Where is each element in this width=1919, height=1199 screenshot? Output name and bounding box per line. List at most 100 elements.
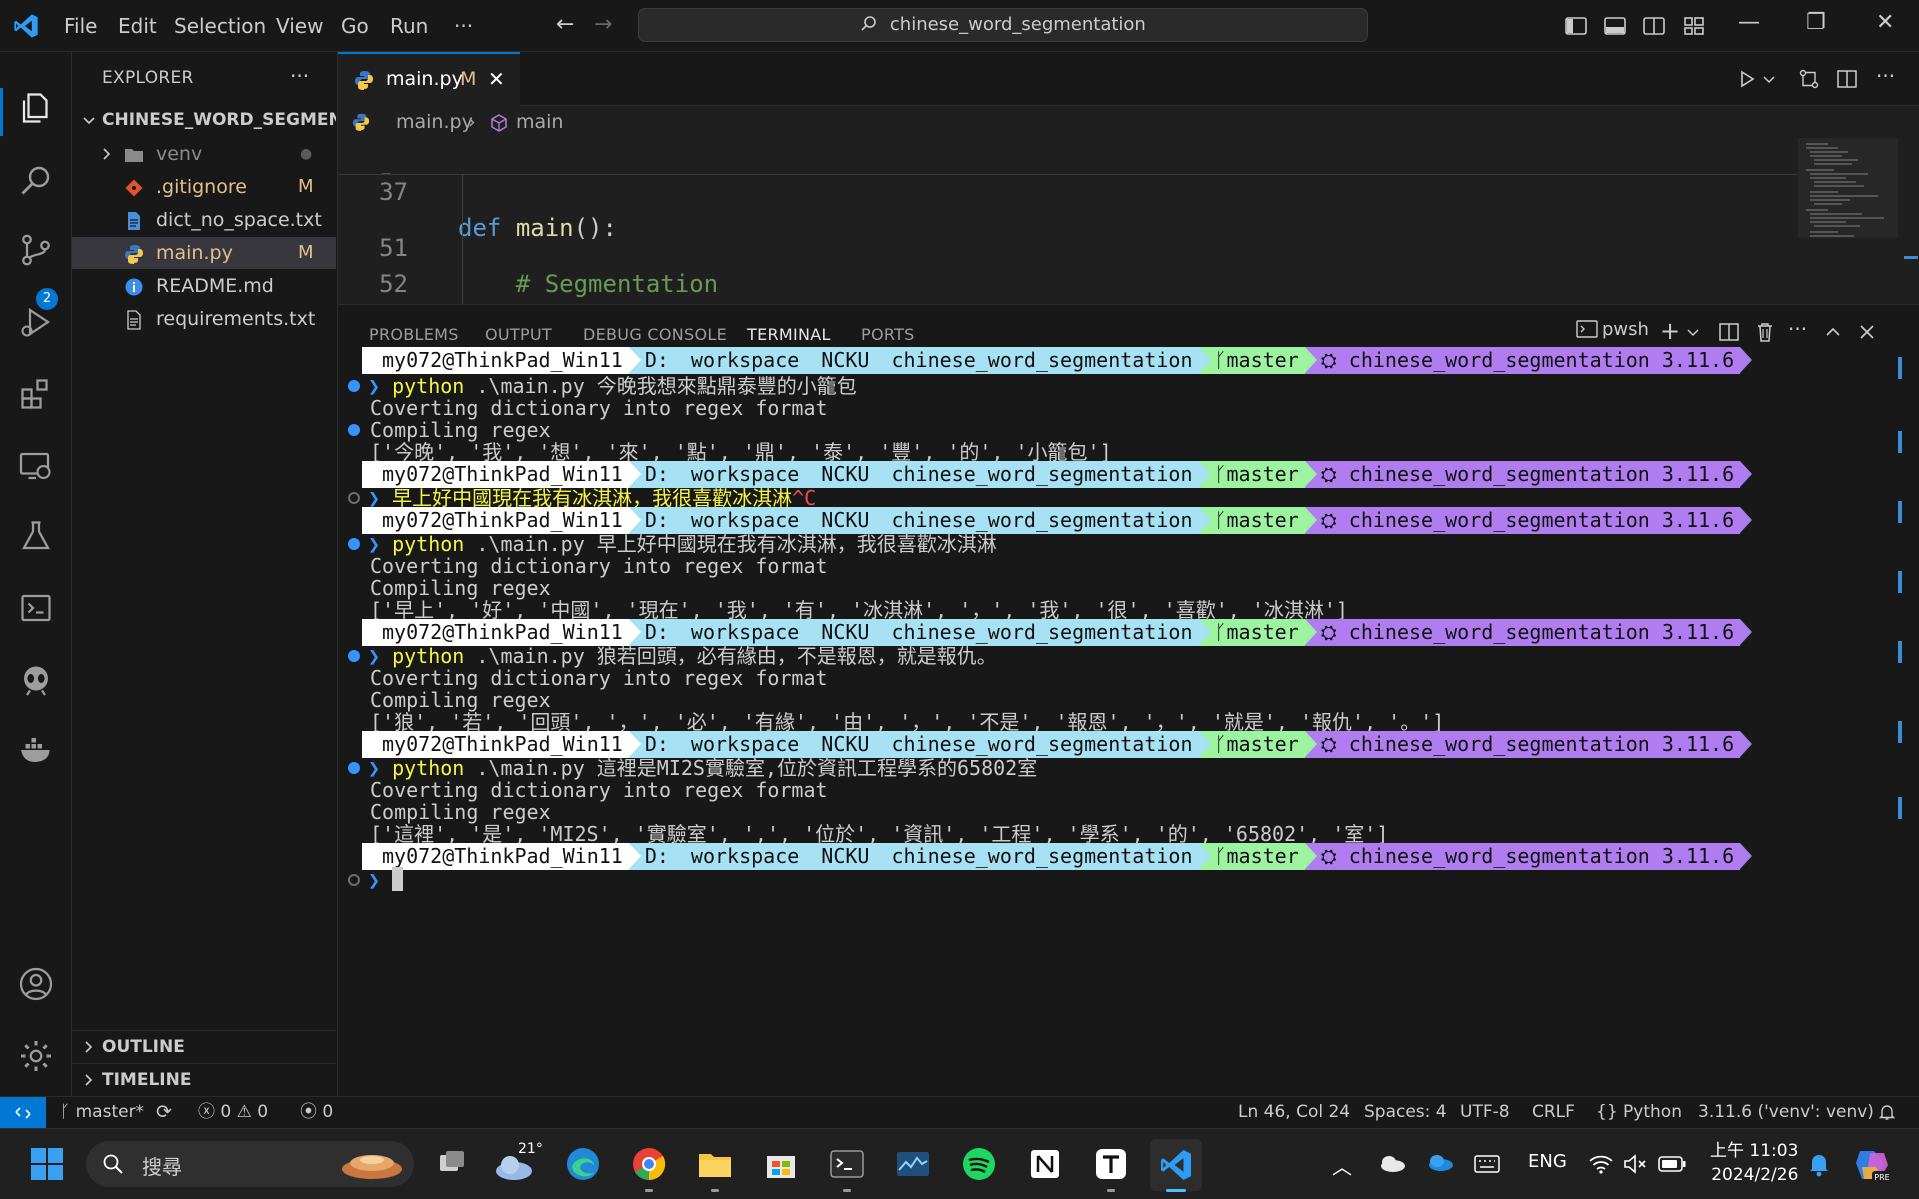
branch-status[interactable]: ᚴ master* bbox=[60, 1097, 144, 1127]
terminal-dropdown-chevron-icon[interactable] bbox=[1686, 321, 1700, 343]
tray-chevron-up-icon[interactable]: ︿ bbox=[1332, 1151, 1352, 1180]
menu-view[interactable]: View bbox=[276, 0, 323, 52]
search-icon[interactable] bbox=[18, 162, 54, 198]
tree-item-main-py[interactable]: main.py M bbox=[72, 237, 336, 269]
breadcrumb-symbol[interactable]: main bbox=[516, 106, 563, 138]
minimap[interactable] bbox=[1798, 138, 1898, 304]
microsoft-store-icon[interactable] bbox=[762, 1145, 800, 1183]
run-debug-icon[interactable] bbox=[18, 304, 54, 340]
ports-status[interactable]: ⦿ 0 bbox=[300, 1097, 333, 1127]
restore-icon[interactable]: ❐ bbox=[1806, 10, 1826, 35]
accounts-icon[interactable] bbox=[18, 966, 54, 1002]
kill-terminal-trash-icon[interactable] bbox=[1754, 321, 1776, 343]
explorer-more-actions[interactable]: ··· bbox=[290, 64, 309, 88]
cursor-position[interactable]: Ln 46, Col 24 bbox=[1238, 1097, 1350, 1127]
editor-scrollbar[interactable] bbox=[1898, 138, 1919, 304]
terminal-shell-selector[interactable]: pwsh bbox=[1576, 319, 1649, 340]
command-success-dot[interactable] bbox=[348, 650, 360, 662]
tree-item-gitignore[interactable]: .gitignore M bbox=[72, 171, 336, 203]
encoding[interactable]: UTF-8 bbox=[1460, 1097, 1510, 1127]
terminal-icon[interactable] bbox=[18, 590, 54, 626]
windows-start-icon[interactable] bbox=[28, 1145, 66, 1183]
weather-widget[interactable]: 21° bbox=[494, 1141, 543, 1185]
editor-more-actions[interactable]: ··· bbox=[1876, 64, 1895, 88]
menu-more[interactable]: ··· bbox=[454, 0, 473, 52]
docker-icon[interactable] bbox=[18, 732, 54, 768]
tree-item-venv[interactable]: venv ● bbox=[72, 138, 336, 170]
onedrive-cloud-icon[interactable] bbox=[1378, 1153, 1406, 1173]
breadcrumb-file[interactable]: main.py bbox=[396, 106, 473, 138]
split-editor-icon[interactable] bbox=[1836, 68, 1858, 90]
maximize-panel-chevron-up-icon[interactable] bbox=[1822, 321, 1844, 343]
tab-close-icon[interactable]: ✕ bbox=[488, 54, 505, 104]
wifi-icon[interactable] bbox=[1588, 1153, 1614, 1175]
run-dropdown-chevron-icon[interactable] bbox=[1762, 68, 1776, 90]
python-interpreter[interactable]: 3.11.6 ('venv': venv) bbox=[1698, 1097, 1874, 1127]
workspace-root[interactable]: CHINESE_WORD_SEGMENTA... bbox=[78, 110, 336, 138]
notion-icon[interactable] bbox=[1026, 1145, 1064, 1183]
indentation[interactable]: Spaces: 4 bbox=[1364, 1097, 1447, 1127]
timeline-section[interactable]: TIMELINE bbox=[72, 1063, 336, 1096]
menu-run[interactable]: Run bbox=[390, 0, 428, 52]
file-explorer-icon[interactable] bbox=[696, 1145, 734, 1183]
tree-item-requirements[interactable]: requirements.txt bbox=[72, 303, 336, 335]
vscode-logo-icon[interactable] bbox=[12, 12, 40, 40]
split-terminal-icon[interactable] bbox=[1718, 321, 1740, 343]
windows-terminal-icon[interactable] bbox=[828, 1145, 866, 1183]
tab-debug-console[interactable]: DEBUG CONSOLE bbox=[583, 325, 727, 344]
close-panel-icon[interactable] bbox=[1856, 321, 1878, 343]
chrome-browser-icon[interactable] bbox=[630, 1145, 668, 1183]
customize-layout-icon[interactable] bbox=[1682, 14, 1706, 38]
menu-file[interactable]: File bbox=[64, 0, 97, 52]
source-control-icon[interactable] bbox=[18, 232, 54, 268]
testing-flask-icon[interactable] bbox=[18, 518, 54, 554]
terminal-output[interactable]: my072@ThinkPad_Win11 D: workspace NCKU c… bbox=[338, 347, 1919, 1097]
sync-icon[interactable]: ⟳ bbox=[156, 1097, 172, 1127]
outline-section[interactable]: OUTLINE bbox=[72, 1030, 336, 1063]
command-success-dot[interactable] bbox=[348, 762, 360, 774]
remote-explorer-icon[interactable] bbox=[18, 448, 54, 484]
language-mode[interactable]: {} Python bbox=[1596, 1097, 1682, 1127]
toggle-secondary-sidebar-icon[interactable] bbox=[1642, 14, 1666, 38]
back-arrow-icon[interactable]: ← bbox=[556, 12, 574, 37]
notifications-bell-icon[interactable] bbox=[1878, 1103, 1896, 1121]
resource-monitor-icon[interactable] bbox=[894, 1145, 932, 1183]
command-success-dot[interactable] bbox=[348, 424, 360, 436]
end-of-line[interactable]: CRLF bbox=[1532, 1097, 1575, 1127]
spotify-icon[interactable] bbox=[960, 1145, 998, 1183]
code-editor[interactable]: 37 def main(): 50 51 # Segmentation 52 s… bbox=[338, 138, 1798, 304]
close-window-icon[interactable]: ✕ bbox=[1876, 10, 1894, 35]
extensions-icon[interactable] bbox=[18, 376, 54, 412]
tab-output[interactable]: OUTPUT bbox=[485, 325, 552, 344]
taskbar-search[interactable]: 搜尋 bbox=[86, 1141, 414, 1187]
run-python-icon[interactable] bbox=[1736, 68, 1758, 90]
command-success-dot[interactable] bbox=[348, 538, 360, 550]
tab-problems[interactable]: PROBLEMS bbox=[369, 325, 459, 344]
settings-gear-icon[interactable] bbox=[18, 1038, 54, 1074]
vscode-taskbar-button[interactable] bbox=[1150, 1139, 1202, 1192]
edge-browser-icon[interactable] bbox=[564, 1145, 602, 1183]
tree-item-readme[interactable]: README.md bbox=[72, 270, 336, 302]
new-terminal-plus-icon[interactable]: + bbox=[1660, 317, 1680, 345]
command-center-search[interactable]: chinese_word_segmentation bbox=[638, 8, 1368, 42]
command-pending-dot[interactable] bbox=[348, 874, 360, 886]
alien-extension-icon[interactable] bbox=[18, 662, 54, 698]
battery-icon[interactable] bbox=[1658, 1155, 1686, 1173]
speaker-muted-icon[interactable] bbox=[1622, 1153, 1648, 1175]
copilot-icon[interactable]: PRE bbox=[1852, 1145, 1892, 1185]
keyboard-icon[interactable] bbox=[1474, 1155, 1500, 1173]
task-view-icon[interactable] bbox=[434, 1145, 472, 1183]
toggle-panel-icon[interactable] bbox=[1603, 14, 1627, 38]
tree-item-dict-no-space[interactable]: dict_no_space.txt bbox=[72, 204, 336, 236]
command-success-dot[interactable] bbox=[348, 380, 360, 392]
command-cancelled-dot[interactable] bbox=[348, 492, 360, 504]
tab-main-py[interactable]: main.py M ✕ bbox=[338, 52, 520, 106]
forward-arrow-icon[interactable]: → bbox=[594, 12, 612, 37]
menu-edit[interactable]: Edit bbox=[118, 0, 157, 52]
notification-bell-icon[interactable] bbox=[1808, 1151, 1830, 1177]
open-changes-icon[interactable] bbox=[1798, 68, 1820, 90]
system-clock[interactable]: 上午 11:03 2024/2/26 bbox=[1710, 1139, 1798, 1187]
tab-ports[interactable]: PORTS bbox=[861, 325, 915, 344]
problems-status[interactable]: ⓧ 0 ⚠ 0 bbox=[198, 1097, 268, 1127]
explorer-files-icon[interactable] bbox=[18, 90, 54, 126]
